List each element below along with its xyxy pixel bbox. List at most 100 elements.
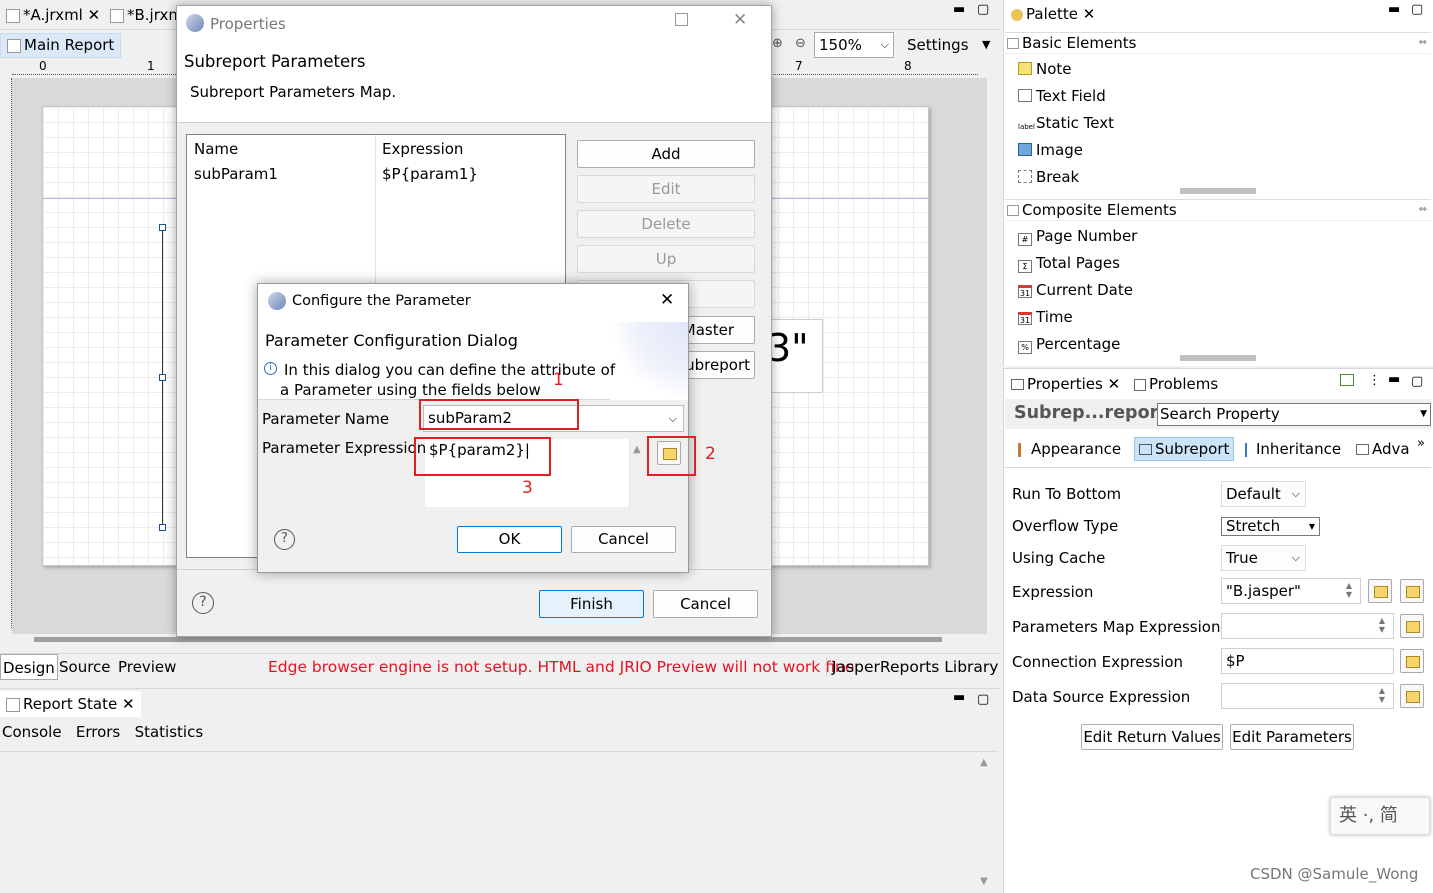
expression-editor-icon[interactable] <box>1400 614 1424 638</box>
palette-item-text-field[interactable]: Text Field <box>1018 85 1106 107</box>
tab-preview[interactable]: Preview <box>116 654 178 680</box>
scroll-up-icon[interactable]: ▲ <box>980 757 988 768</box>
palette-item-image[interactable]: Image <box>1018 139 1083 161</box>
maximize-icon[interactable]: ▢ <box>977 2 989 17</box>
button-label: OK <box>498 530 521 548</box>
palette-item-percentage[interactable]: % Percentage <box>1018 333 1120 355</box>
expression-editor-icon[interactable] <box>1400 649 1424 673</box>
maximize-icon[interactable]: ▢ <box>977 692 989 707</box>
subtab-main-report[interactable]: Main Report <box>0 33 122 58</box>
minimize-icon[interactable]: ▬ <box>953 2 965 17</box>
collapse-icon[interactable]: ⇔ <box>1419 33 1427 53</box>
ime-indicator[interactable]: 英 ·, 简 <box>1330 797 1430 835</box>
collapse-icon[interactable]: ⇔ <box>1419 200 1427 220</box>
search-property-input[interactable]: Search Property ▼ <box>1157 403 1431 426</box>
section-tab-inheritance[interactable]: Inheritance <box>1245 440 1341 458</box>
maximize-icon[interactable] <box>675 13 688 26</box>
palette-item-current-date[interactable]: 31 Current Date <box>1018 279 1133 301</box>
data-source-expression-field[interactable] <box>1221 683 1394 709</box>
column-header-expression[interactable]: Expression <box>382 140 463 158</box>
palette-item-note[interactable]: Note <box>1018 58 1072 80</box>
edit-button[interactable]: Edit <box>577 175 755 203</box>
using-cache-select[interactable]: True ⌵ <box>1221 545 1306 571</box>
expression-editor-icon[interactable] <box>1400 579 1424 603</box>
library-label[interactable]: JasperReports Library <box>826 658 998 676</box>
help-icon[interactable]: ? <box>192 592 214 614</box>
minimize-icon[interactable]: ▬ <box>1388 2 1400 17</box>
scroll-down-icon[interactable]: ▼ <box>980 876 988 887</box>
add-button[interactable]: Add <box>577 140 755 168</box>
scroll-grip[interactable] <box>1180 188 1256 194</box>
close-icon[interactable]: ✕ <box>1108 375 1121 393</box>
up-button[interactable]: Up <box>577 245 755 273</box>
close-icon[interactable]: ✕ <box>733 10 747 30</box>
palette-item-time[interactable]: 31 Time <box>1018 306 1073 328</box>
selection-handle[interactable] <box>159 524 166 531</box>
edit-return-values-button[interactable]: Edit Return Values <box>1081 724 1223 750</box>
palette-composite-header[interactable]: Composite Elements ⇔ <box>1005 199 1431 221</box>
run-to-bottom-select[interactable]: Default ⌵ <box>1221 481 1306 507</box>
expression-field[interactable]: "B.jasper" <box>1221 578 1361 604</box>
help-icon[interactable]: ? <box>274 529 295 550</box>
spinner-icon[interactable]: ▲ ▼ <box>1375 616 1389 634</box>
maximize-icon[interactable]: ▢ <box>1411 374 1423 389</box>
scroll-up-icon[interactable]: ▲ <box>633 444 641 455</box>
maximize-icon[interactable]: ▢ <box>1411 2 1423 17</box>
close-icon[interactable]: ✕ <box>1083 5 1096 23</box>
selection-handle[interactable] <box>159 374 166 381</box>
open-folder-icon[interactable] <box>1368 579 1392 603</box>
tab-errors[interactable]: Errors <box>76 723 120 741</box>
drawer-icon <box>1007 205 1019 216</box>
scroll-grip[interactable] <box>1180 355 1256 361</box>
section-tab-advanced[interactable]: Adva <box>1356 440 1410 458</box>
new-window-icon[interactable] <box>1340 374 1354 386</box>
editor-tab-a[interactable]: *A.jrxml ✕ <box>0 2 106 28</box>
palette-item-static-text[interactable]: labelStatic Text <box>1018 112 1114 135</box>
settings-button[interactable]: Settings <box>907 36 969 54</box>
selection-handle[interactable] <box>159 224 166 231</box>
spinner-icon[interactable]: ▲ ▼ <box>1375 686 1389 704</box>
ok-button[interactable]: OK <box>457 526 562 553</box>
section-tab-subreport[interactable]: Subreport <box>1134 437 1235 461</box>
zoom-out-icon[interactable]: ⊖ <box>795 36 806 51</box>
finish-button[interactable]: Finish <box>539 590 644 618</box>
tab-design[interactable]: Design <box>0 654 58 680</box>
overflow-type-select[interactable]: Stretch ▼ <box>1221 517 1320 536</box>
table-row[interactable]: subParam1 $P{param1} <box>194 165 564 185</box>
column-header-name[interactable]: Name <box>194 140 238 158</box>
zoom-in-icon[interactable]: ⊕ <box>772 36 783 51</box>
section-tab-appearance[interactable]: Appearance <box>1018 440 1121 458</box>
palette-item-break[interactable]: Break <box>1018 166 1079 188</box>
cancel-button[interactable]: Cancel <box>571 526 676 553</box>
properties-tab[interactable]: Properties ✕ <box>1005 371 1126 397</box>
horizontal-scrollbar[interactable] <box>34 637 942 642</box>
properties-cancel-button[interactable]: Cancel <box>653 590 758 618</box>
dropdown-arrow-icon[interactable]: ▼ <box>982 38 990 51</box>
close-icon[interactable]: ✕ <box>660 290 674 310</box>
properties-dialog-title: Properties <box>210 15 286 33</box>
expression-editor-icon[interactable] <box>1400 684 1424 708</box>
parameters-map-expression-field[interactable] <box>1221 613 1394 639</box>
minimize-icon[interactable]: ▬ <box>1388 372 1400 387</box>
tab-source[interactable]: Source <box>57 654 113 680</box>
tab-statistics[interactable]: Statistics <box>135 723 204 741</box>
close-icon[interactable]: ✕ <box>88 6 101 24</box>
palette-tab[interactable]: Palette ✕ <box>1005 1 1101 27</box>
problems-tab[interactable]: Problems <box>1128 371 1224 397</box>
zoom-select[interactable]: 150% ⌵ <box>814 32 894 58</box>
tab-console[interactable]: Console <box>2 723 62 741</box>
close-icon[interactable]: ✕ <box>122 695 135 713</box>
palette-basic-header[interactable]: Basic Elements ⇔ <box>1005 32 1431 54</box>
heading-text: Parameter Configuration Dialog <box>265 331 518 350</box>
palette-item-page-number[interactable]: # Page Number <box>1018 225 1137 247</box>
configure-dialog-title: Configure the Parameter <box>292 293 471 309</box>
palette-item-total-pages[interactable]: Σ Total Pages <box>1018 252 1120 274</box>
connection-expression-field[interactable]: $P <box>1221 648 1394 674</box>
delete-button[interactable]: Delete <box>577 210 755 238</box>
minimize-icon[interactable]: ▬ <box>953 690 965 705</box>
edit-parameters-button[interactable]: Edit Parameters <box>1230 724 1354 750</box>
view-menu-icon[interactable]: ⋮ <box>1368 373 1381 388</box>
spinner-icon[interactable]: ▲ ▼ <box>1342 581 1356 599</box>
more-tabs-icon[interactable]: » <box>1417 436 1425 451</box>
report-state-tab[interactable]: Report State ✕ <box>0 691 141 717</box>
